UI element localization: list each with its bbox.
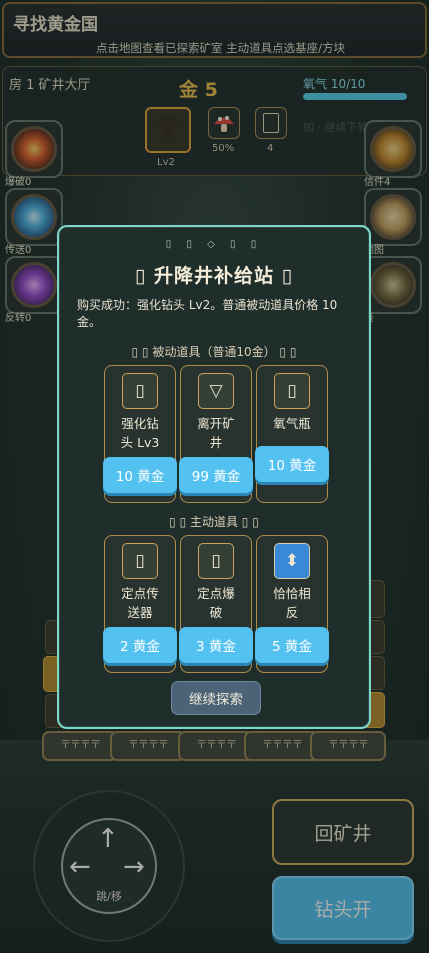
- supply-station-dialog: ▯ ▯ ◇ ▯ ▯ ▯ 升降井补给站 ▯ 购买成功：强化钻头 Lv2。普通被动道…: [57, 225, 371, 729]
- buy-button[interactable]: 10 黄金: [255, 446, 329, 482]
- buy-button[interactable]: 10 黄金: [103, 457, 177, 493]
- shop-item-reverse[interactable]: ⬍ 恰恰相反 5 黄金: [255, 535, 329, 673]
- buy-button[interactable]: 2 黄金: [103, 627, 177, 663]
- shop-item-oxygen-tank[interactable]: ▯ 氧气瓶 10 黄金: [255, 365, 329, 503]
- item-name: 氧气瓶: [273, 416, 311, 431]
- shop-item-teleporter[interactable]: ▯ 定点传 送器 2 黄金: [103, 535, 177, 673]
- item-name: 离开矿井: [197, 416, 235, 450]
- shop-item-bomb[interactable]: ▯ 定点爆破 3 黄金: [179, 535, 253, 673]
- buy-button[interactable]: 3 黄金: [179, 627, 253, 663]
- drill-upgrade-icon: ▯: [122, 373, 158, 409]
- up-down-arrow-icon: ⬍: [274, 543, 310, 579]
- buy-button[interactable]: 99 黄金: [179, 457, 253, 493]
- active-items-header: ▯ ▯ 主动道具 ▯ ▯: [169, 515, 259, 529]
- shop-item-drill-upgrade[interactable]: ▯ 强化钻头 Lv3 10 黄金: [103, 365, 177, 503]
- item-name: 恰恰相反: [273, 586, 311, 620]
- dialog-decoration: ▯ ▯ ◇ ▯ ▯: [165, 239, 263, 250]
- teleporter-icon: ▯: [122, 543, 158, 579]
- shop-item-leave-mine[interactable]: ▽ 离开矿井 99 黄金: [179, 365, 253, 503]
- dialog-title: ▯ 升降井补给站 ▯: [134, 265, 294, 287]
- bomb-icon: ▯: [198, 543, 234, 579]
- exit-down-triangle-icon: ▽: [198, 373, 234, 409]
- continue-exploring-button[interactable]: 继续探索: [171, 681, 261, 715]
- item-name: 定点爆破: [197, 586, 235, 620]
- purchase-message: 购买成功：强化钻头 Lv2。普通被动道具价格 10 金。: [77, 298, 338, 329]
- item-name: 强化钻头 Lv3: [120, 416, 160, 450]
- passive-items-header: ▯ ▯ 被动道具（普通10金） ▯ ▯: [131, 345, 297, 359]
- buy-button[interactable]: 5 黄金: [255, 627, 329, 663]
- oxygen-tank-icon: ▯: [274, 373, 310, 409]
- item-name: 定点传 送器: [121, 586, 159, 620]
